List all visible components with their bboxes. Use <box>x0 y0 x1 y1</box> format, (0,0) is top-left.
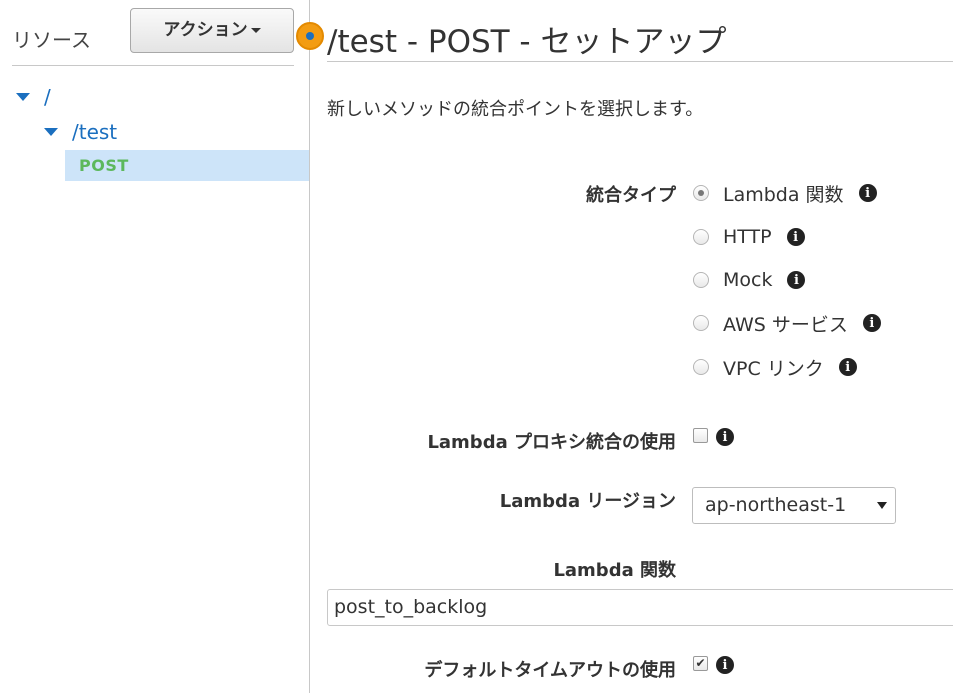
radio-button[interactable] <box>693 272 709 288</box>
status-marker-icon <box>296 22 324 50</box>
lambda-proxy-label: Lambda プロキシ統合の使用 <box>427 432 676 453</box>
info-icon[interactable]: i <box>838 358 857 376</box>
info-icon[interactable]: i <box>862 314 881 332</box>
lambda-region-label: Lambda リージョン <box>499 491 676 512</box>
status-marker-dot <box>306 32 314 40</box>
method-setup-panel: /test - POST - セットアップ 新しいメソッドの統合ポイントを選択し… <box>327 0 953 693</box>
info-icon[interactable]: i <box>858 184 877 202</box>
post-method-label[interactable]: POST <box>79 156 129 175</box>
tree-item-post-method[interactable]: POST <box>65 150 309 181</box>
radio-aws-service[interactable]: AWS サービス i <box>693 310 881 336</box>
tree-item-test-label[interactable]: /test <box>72 120 117 144</box>
radio-label[interactable]: AWS サービス <box>723 310 848 337</box>
radio-button[interactable] <box>693 315 709 331</box>
tree-expand-icon[interactable] <box>44 128 58 136</box>
radio-label[interactable]: HTTP <box>723 226 772 248</box>
tree-item-test[interactable]: /test <box>44 117 117 147</box>
default-timeout-label: デフォルトタイムアウトの使用 <box>424 660 676 681</box>
page-description: 新しいメソッドの統合ポイントを選択します。 <box>327 99 704 120</box>
radio-label[interactable]: VPC リンク <box>723 354 824 381</box>
info-icon[interactable]: i <box>716 656 734 674</box>
lambda-region-select[interactable]: ap-northeast-1 <box>692 487 896 524</box>
page-title: /test - POST - セットアップ <box>327 24 727 60</box>
tree-expand-icon[interactable] <box>16 93 30 101</box>
actions-button[interactable]: アクション <box>130 8 294 53</box>
tree-item-root[interactable]: / <box>16 82 51 112</box>
info-icon[interactable]: i <box>787 271 806 289</box>
resources-title: リソース <box>12 28 91 52</box>
sidebar-header: リソース アクション <box>12 8 294 66</box>
lambda-function-value: post_to_backlog <box>334 596 488 618</box>
radio-button-selected[interactable] <box>693 185 709 201</box>
tree-item-root-label[interactable]: / <box>44 85 51 109</box>
radio-mock[interactable]: Mock i <box>693 267 806 293</box>
lambda-function-input[interactable]: post_to_backlog <box>327 589 953 626</box>
lambda-function-label: Lambda 関数 <box>553 560 676 581</box>
lambda-region-value: ap-northeast-1 <box>705 494 847 516</box>
info-icon[interactable]: i <box>716 428 734 446</box>
default-timeout-checkbox[interactable]: ✔ <box>693 656 708 671</box>
info-icon[interactable]: i <box>786 228 805 246</box>
actions-button-label: アクション <box>163 20 248 40</box>
resources-sidebar: リソース アクション / /test POST <box>0 0 310 693</box>
chevron-down-icon <box>877 502 887 509</box>
radio-vpc-link[interactable]: VPC リンク i <box>693 354 857 380</box>
title-divider <box>327 61 953 62</box>
radio-button[interactable] <box>693 359 709 375</box>
lambda-proxy-checkbox[interactable] <box>693 428 708 443</box>
radio-label[interactable]: Lambda 関数 <box>723 180 844 207</box>
radio-http[interactable]: HTTP i <box>693 224 805 250</box>
caret-down-icon <box>250 27 261 33</box>
integration-type-label: 統合タイプ <box>586 185 676 206</box>
radio-label[interactable]: Mock <box>723 269 772 291</box>
radio-button[interactable] <box>693 229 709 245</box>
radio-lambda-function[interactable]: Lambda 関数 i <box>693 180 877 206</box>
